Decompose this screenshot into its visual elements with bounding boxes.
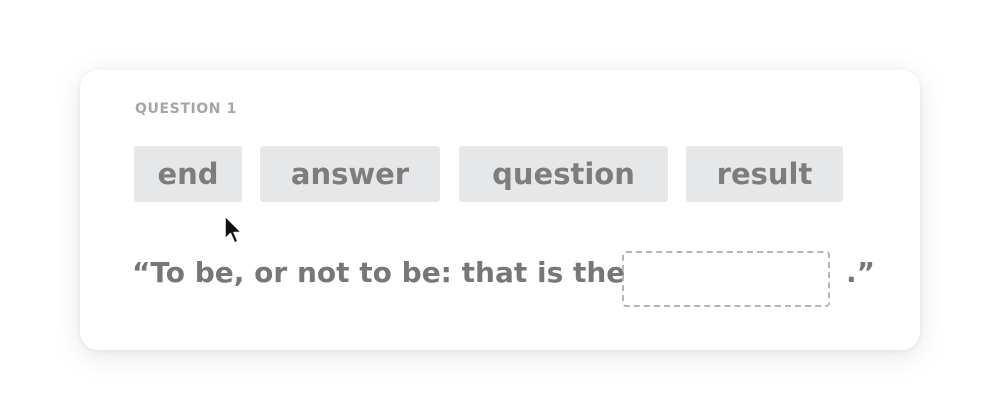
mouse-pointer-icon [224, 215, 243, 244]
sentence-prefix: “To be, or not to be: that is the [132, 256, 626, 289]
choice-chip-end[interactable]: end [134, 146, 242, 202]
choice-chip-answer[interactable]: answer [260, 146, 440, 202]
stage: QUESTION 1 end answer question result “T… [0, 0, 1000, 420]
answer-drop-zone[interactable] [622, 251, 830, 307]
choice-chip-result[interactable]: result [686, 146, 843, 202]
choice-chip-question[interactable]: question [459, 146, 668, 202]
question-card: QUESTION 1 end answer question result “T… [80, 70, 920, 350]
question-number-label: QUESTION 1 [135, 101, 237, 117]
sentence-suffix: .” [846, 256, 876, 289]
